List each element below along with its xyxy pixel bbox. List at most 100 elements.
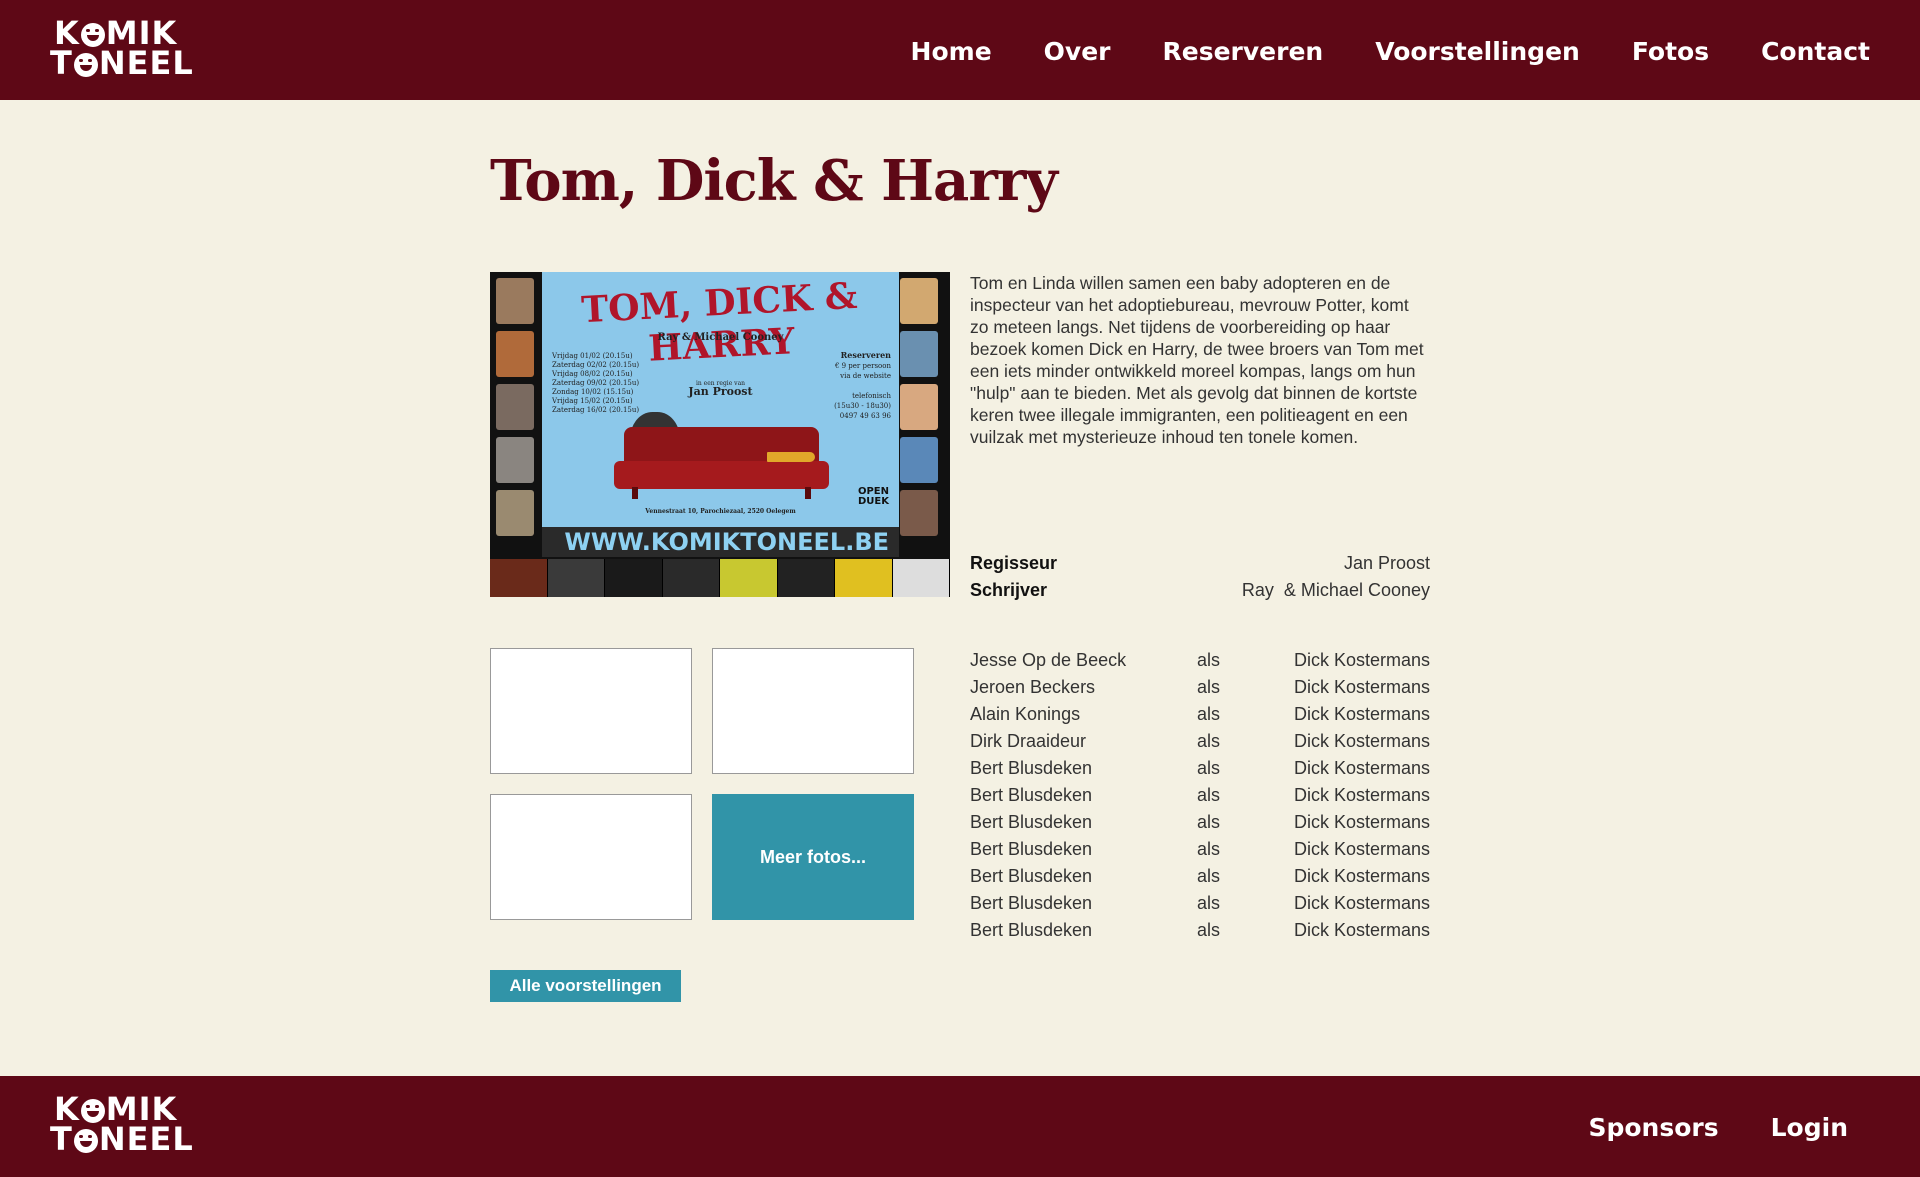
logo-letters: NEEL bbox=[98, 44, 194, 82]
all-shows-button[interactable]: Alle voorstellingen bbox=[490, 970, 681, 1002]
portrait bbox=[900, 437, 938, 483]
poster-sponsor-strip bbox=[490, 559, 950, 597]
cast-row: Dirk Draaideur als Dick Kostermans bbox=[970, 728, 1430, 755]
portrait bbox=[496, 437, 534, 483]
footer-logo[interactable]: K MIK T NEEL bbox=[50, 1093, 194, 1155]
nav-over[interactable]: Over bbox=[1044, 37, 1111, 66]
photo-thumbnail[interactable] bbox=[490, 648, 692, 774]
cast-row: Bert Blusdeken als Dick Kostermans bbox=[970, 755, 1430, 782]
cast-role: Dick Kostermans bbox=[1293, 704, 1430, 724]
poster-date: Vrijdag 08/02 (20.15u) bbox=[552, 370, 633, 378]
cast-row: Bert Blusdeken als Dick Kostermans bbox=[970, 809, 1430, 836]
cast-als: als bbox=[1197, 866, 1221, 886]
sponsor-logo bbox=[490, 559, 548, 597]
mask-icon bbox=[80, 1099, 105, 1123]
cast-role: Dick Kostermans bbox=[1293, 866, 1430, 886]
credit-label: Schrijver bbox=[970, 580, 1048, 600]
credit-row: Schrijver Ray & Michael Cooney bbox=[970, 577, 1430, 604]
photo-thumbnail[interactable] bbox=[712, 648, 914, 774]
cast-actor: Dirk Draaideur bbox=[970, 731, 1087, 751]
logo-letter: T bbox=[50, 44, 73, 82]
site-logo[interactable]: K MIK T NEEL bbox=[50, 17, 194, 79]
show-poster: TOM, DICK & HARRY Ray & Michael Cooney V… bbox=[490, 272, 950, 597]
cast-row: Jesse Op de Beeck als Dick Kostermans bbox=[970, 647, 1430, 674]
cast-als: als bbox=[1197, 731, 1221, 751]
cast-role: Dick Kostermans bbox=[1293, 839, 1430, 859]
portrait bbox=[496, 331, 534, 377]
poster-director-name: Jan Proost bbox=[688, 385, 753, 398]
photo-thumbnail[interactable] bbox=[490, 794, 692, 920]
poster-director: in een regie van Jan Proost bbox=[542, 380, 899, 398]
sponsor-logo bbox=[547, 559, 605, 597]
cast-role: Dick Kostermans bbox=[1293, 920, 1430, 940]
cast-actor: Jeroen Beckers bbox=[970, 677, 1096, 697]
portrait bbox=[496, 490, 534, 536]
poster-date: Vrijdag 15/02 (20.15u) bbox=[552, 397, 633, 405]
cast-role: Dick Kostermans bbox=[1293, 650, 1430, 670]
cast-role: Dick Kostermans bbox=[1293, 731, 1430, 751]
cast-role: Dick Kostermans bbox=[1293, 785, 1430, 805]
nav-contact[interactable]: Contact bbox=[1761, 37, 1870, 66]
portrait bbox=[900, 331, 938, 377]
portrait bbox=[900, 278, 938, 324]
credit-value: Ray & Michael Cooney bbox=[1241, 580, 1430, 600]
mask-icon bbox=[80, 23, 105, 47]
nav-fotos[interactable]: Fotos bbox=[1632, 37, 1709, 66]
cast-actor: Bert Blusdeken bbox=[970, 758, 1093, 778]
poster-reserve-line: € 9 per persoon bbox=[834, 362, 891, 370]
cast-row: Bert Blusdeken als Dick Kostermans bbox=[970, 863, 1430, 890]
sponsor-logo bbox=[605, 559, 663, 597]
footer-nav: Sponsors Login bbox=[1536, 1112, 1848, 1142]
cast-als: als bbox=[1197, 785, 1221, 805]
cast-row: Alain Konings als Dick Kostermans bbox=[970, 701, 1430, 728]
cast-actor: Bert Blusdeken bbox=[970, 920, 1093, 940]
footer-nav-sponsors[interactable]: Sponsors bbox=[1588, 1113, 1718, 1142]
venue-logo: OPEN DUEK bbox=[857, 486, 889, 507]
site-footer: K MIK T NEEL Sponsors Login bbox=[0, 1076, 1920, 1177]
credit-row: Regisseur Jan Proost bbox=[970, 550, 1430, 577]
poster-date: Zaterdag 02/02 (20.15u) bbox=[552, 361, 640, 369]
sponsor-logo bbox=[892, 559, 950, 597]
mask-icon bbox=[73, 1129, 98, 1153]
poster-address: Vennestraat 10, Parochiezaal, 2520 Oeleg… bbox=[645, 508, 796, 515]
poster-faces-left bbox=[496, 278, 540, 543]
portrait bbox=[900, 490, 938, 536]
cast-role: Dick Kostermans bbox=[1293, 758, 1430, 778]
sponsor-logo bbox=[777, 559, 835, 597]
mask-icon bbox=[73, 53, 98, 77]
sponsor-logo bbox=[835, 559, 893, 597]
main-nav: Home Over Reserveren Voorstellingen Foto… bbox=[859, 36, 1870, 66]
cast-row: Jeroen Beckers als Dick Kostermans bbox=[970, 674, 1430, 701]
cast-list: Jesse Op de Beeck als Dick Kostermans Jero… bbox=[970, 647, 1430, 944]
cast-als: als bbox=[1197, 704, 1221, 724]
logo-letter: T bbox=[50, 1120, 73, 1158]
footer-nav-login[interactable]: Login bbox=[1771, 1113, 1848, 1142]
credits: Regisseur Jan Proost Schrijver Ray & Mic… bbox=[970, 550, 1430, 604]
cast-als: als bbox=[1197, 839, 1221, 859]
cast-actor: Jesse Op de Beeck bbox=[970, 650, 1127, 670]
cast-actor: Bert Blusdeken bbox=[970, 785, 1093, 805]
cast-row: Bert Blusdeken als Dick Kostermans bbox=[970, 836, 1430, 863]
cast-row: Bert Blusdeken als Dick Kostermans bbox=[970, 782, 1430, 809]
cast-actor: Alain Konings bbox=[970, 704, 1081, 724]
nav-home[interactable]: Home bbox=[911, 37, 992, 66]
cast-actor: Bert Blusdeken bbox=[970, 839, 1093, 859]
poster-url: WWW.KOMIKTONEEL.BE bbox=[542, 527, 899, 557]
nav-voorstellingen[interactable]: Voorstellingen bbox=[1375, 37, 1580, 66]
portrait bbox=[496, 384, 534, 430]
poster-faces-right bbox=[900, 278, 944, 543]
cast-actor: Bert Blusdeken bbox=[970, 866, 1093, 886]
credit-value: Jan Proost bbox=[1343, 553, 1430, 573]
poster-authors: Ray & Michael Cooney bbox=[657, 332, 784, 343]
nav-reserveren[interactable]: Reserveren bbox=[1163, 37, 1324, 66]
cast-role: Dick Kostermans bbox=[1293, 893, 1430, 913]
more-photos-button[interactable]: Meer fotos... bbox=[712, 794, 914, 920]
cast-actor: Bert Blusdeken bbox=[970, 812, 1093, 832]
poster-date: Vrijdag 01/02 (20.15u) bbox=[552, 352, 633, 360]
sofa-illustration bbox=[614, 427, 829, 502]
cast-als: als bbox=[1197, 758, 1221, 778]
sponsor-logo bbox=[720, 559, 778, 597]
show-description: Tom en Linda willen samen een baby adopt… bbox=[970, 273, 1424, 447]
cast-als: als bbox=[1197, 812, 1221, 832]
cast-als: als bbox=[1197, 893, 1221, 913]
